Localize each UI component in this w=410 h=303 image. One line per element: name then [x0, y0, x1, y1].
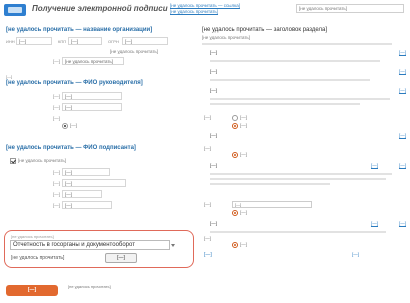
signer-field-1[interactable]: [—]	[62, 168, 110, 176]
signer-field-2-label: [—]	[52, 181, 60, 186]
document-step-1-link[interactable]: [—]	[399, 50, 406, 55]
document-step-2-link[interactable]: [—]	[399, 69, 406, 74]
reporting-direction-block: [не удалось прочитать] Отчетность в госо…	[4, 230, 194, 268]
document-step-5-link-2[interactable]: [—]	[399, 163, 406, 168]
document-step-4-link[interactable]: [—]	[399, 133, 406, 138]
document-step-3-link[interactable]: [—]	[399, 88, 406, 93]
sig-radio-2[interactable]	[232, 123, 238, 129]
organization-name: [не удалось прочитать — название организ…	[6, 27, 153, 33]
sig-radio-2-label: [—]	[240, 210, 248, 215]
signer-name: [не удалось прочитать — ФИО подписанта]	[6, 145, 136, 151]
director-sign-radio[interactable]	[62, 123, 68, 129]
submit-button[interactable]: [—]	[6, 285, 58, 296]
signer-field-2[interactable]: [—]	[62, 179, 126, 187]
sig-radio-3[interactable]	[232, 152, 238, 158]
region-text: [не удалось прочитать]	[110, 49, 159, 54]
documents-intro: [не удалось прочитать]	[202, 35, 251, 40]
document-step-2-text: [—]	[210, 69, 218, 74]
step-2-desc-line	[210, 79, 370, 81]
page-title: Получение электронной подписи	[32, 4, 168, 13]
signer-checkbox[interactable]	[10, 158, 16, 164]
director-phone-label: [—]	[52, 94, 60, 99]
sig-option-2: [—]	[240, 123, 248, 128]
step-5-desc-line	[210, 173, 392, 175]
step-1-desc-line	[210, 60, 380, 62]
signer-field-3[interactable]: [—]	[62, 190, 102, 198]
step-3-desc-line	[210, 98, 390, 100]
protect-signature-link[interactable]: [—]	[204, 252, 212, 258]
address-field[interactable]: [не удалось прочитать]	[62, 57, 124, 65]
document-step-5-link[interactable]: [—]	[371, 163, 378, 168]
step-5-desc-line-2	[210, 178, 386, 180]
protect-signature-link-2[interactable]: [—]	[352, 252, 359, 257]
signer-field-1-label: [—]	[52, 170, 60, 175]
signer-checkbox-label: [не удалось прочитать]	[18, 158, 67, 163]
document-step-6: [—] [—] [—]	[202, 221, 410, 230]
step-5-desc-line-3	[210, 183, 330, 185]
inn-label: ИНН	[6, 39, 15, 44]
director-section-label: [—]	[6, 74, 13, 79]
sig-label-3: [—]	[204, 202, 212, 207]
document-step-6-text: [—]	[210, 221, 218, 226]
inn-value: [—]	[16, 37, 52, 45]
documents-title: [не удалось прочитать — заголовок раздел…	[202, 27, 328, 33]
sig-label-2: [—]	[204, 146, 212, 151]
document-step-3-text: [—]	[210, 88, 218, 93]
ogrn-value: [—]	[122, 37, 168, 45]
document-step-6-link-2[interactable]: [—]	[399, 221, 406, 226]
kpp-label: КПП	[58, 39, 67, 44]
header-link-2[interactable]: [не удалось прочитать]	[170, 9, 218, 15]
document-step-1-text: [—]	[210, 50, 218, 55]
director-phone-field[interactable]: [—]	[62, 92, 122, 100]
document-step-5: [—] [—] [—]	[202, 163, 410, 172]
document-step-5-text: [—]	[210, 163, 218, 168]
sig-radio-1-label: [—]	[240, 152, 248, 157]
intro-line	[202, 43, 392, 45]
step-3-desc-line-2	[210, 103, 360, 105]
ogrn-label: ОГРН	[108, 39, 119, 44]
document-step-2: [—] [—]	[202, 69, 410, 78]
kpp-value: [—]	[68, 37, 102, 45]
document-step-6-link[interactable]: [—]	[371, 221, 378, 226]
documents-panel: [не удалось прочитать — заголовок раздел…	[202, 24, 410, 279]
sig-option-1: [—]	[240, 115, 248, 120]
sig-radio-3-label: [—]	[240, 242, 248, 247]
address-label: [—]	[52, 59, 60, 64]
document-step-4: [—] [—]	[202, 133, 410, 142]
director-email-field[interactable]: [—]	[62, 103, 122, 111]
document-step-3: [—] [—]	[202, 88, 410, 97]
sig-radio-4[interactable]	[232, 210, 238, 216]
reporting-direction-label: [не удалось прочитать]	[11, 255, 65, 261]
signer-field-4-label: [—]	[52, 203, 60, 208]
signer-field-3-label: [—]	[52, 192, 60, 197]
reporting-direction-select[interactable]: Отчетность в госорганы и документооборот	[10, 240, 170, 250]
change-button[interactable]: [—]	[105, 253, 137, 263]
chevron-down-icon	[171, 244, 175, 247]
director-sign-option: [—]	[70, 123, 78, 128]
sig-label-4: [—]	[204, 236, 212, 241]
signer-field-4[interactable]: [—]	[62, 201, 112, 209]
footer-note: [не удалось прочитать]	[68, 284, 111, 289]
director-sign-label: [—]	[52, 116, 60, 121]
header-select[interactable]: [не удалось прочитать]	[296, 4, 404, 13]
step-6-desc-line	[210, 231, 386, 233]
logo-icon	[4, 4, 26, 16]
sig-label-1: [—]	[204, 115, 212, 120]
document-step-1: [—] [—]	[202, 50, 410, 59]
app-header: Получение электронной подписи [не удалос…	[0, 0, 410, 22]
sig-radio-1[interactable]	[232, 115, 238, 121]
reporting-title: [не удалось прочитать]	[11, 234, 54, 239]
sig-radio-5[interactable]	[232, 242, 238, 248]
sig-select[interactable]: [—]	[232, 201, 312, 208]
document-step-4-text: [—]	[210, 133, 218, 138]
director-name: [не удалось прочитать — ФИО руководителя…	[6, 80, 143, 86]
director-email-label: [—]	[52, 105, 60, 110]
